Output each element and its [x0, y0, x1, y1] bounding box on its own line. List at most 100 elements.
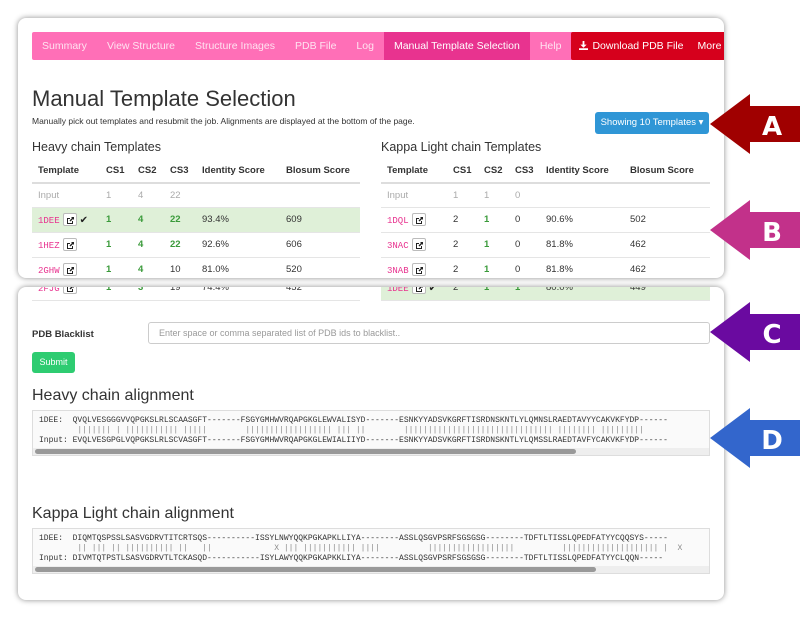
cs3-value: 19: [164, 287, 196, 301]
alignment-panel: 2FJG 1 3 19 74.4% 452 1DEE ✔ 2 1 1 80.0% …: [18, 287, 724, 600]
caret-down-icon: ▾: [698, 117, 704, 128]
blosum-value: 462: [624, 257, 710, 278]
template-id[interactable]: 3NAC: [387, 241, 409, 251]
external-link-icon[interactable]: [62, 213, 77, 226]
cs2-value: 1: [478, 232, 509, 258]
identity-value: 80.0%: [540, 287, 624, 301]
showing-templates-label: Showing 10 Templates: [600, 117, 696, 128]
template-id[interactable]: 2GHW: [38, 266, 60, 276]
input-cs1: 1: [100, 183, 132, 208]
table-row[interactable]: 1DEE ✔ 2 1 1 80.0% 449: [381, 287, 710, 301]
table-row[interactable]: 1DEE ✔ 1 4 22 93.4% 609: [32, 207, 360, 233]
template-selection-panel: Summary View Structure Structure Images …: [18, 18, 724, 278]
table-row[interactable]: 1DQL 2 1 0 90.6% 502: [381, 207, 710, 233]
cs3-value: 0: [509, 257, 540, 278]
scrollbar-thumb[interactable]: [35, 567, 597, 572]
cs1-value: 2: [447, 287, 478, 301]
download-pdb-button[interactable]: Download PDB File: [571, 32, 691, 60]
input-cs2: 4: [132, 183, 164, 208]
input-cs2: 1: [478, 183, 509, 208]
check-icon: ✔: [79, 215, 88, 226]
input-cs3: 0: [509, 183, 540, 208]
template-id[interactable]: 1DEE: [387, 287, 409, 294]
alignment-template-line: 1DEE: DIQMTQSPSSLSASVGDRVTITCRTSQS------…: [39, 534, 668, 543]
alignment-input-line: Input: EVQLVESGPGLVQPGKSLRLSCVASGFT-----…: [39, 436, 668, 445]
cs1-value: 1: [100, 232, 132, 258]
more-dropdown[interactable]: More ▾: [692, 32, 725, 60]
nav-structure-images[interactable]: Structure Images: [185, 32, 285, 60]
cs2-value: 1: [478, 257, 509, 278]
col-cs1: CS1: [447, 159, 478, 184]
heavy-templates-title: Heavy chain Templates: [32, 140, 162, 154]
heavy-alignment-box[interactable]: 1DEE: QVQLVESGGGVVQPGKSLRLSCAASGFT------…: [32, 410, 710, 456]
showing-templates-button[interactable]: Showing 10 Templates ▾: [595, 112, 709, 134]
pdb-blacklist-input[interactable]: Enter space or comma separated list of P…: [148, 322, 710, 344]
cs3-value: 22: [164, 232, 196, 258]
col-cs2: CS2: [478, 159, 509, 184]
external-link-icon[interactable]: [411, 238, 426, 251]
external-link-icon[interactable]: [62, 263, 77, 276]
pdb-blacklist-label: PDB Blacklist: [32, 329, 94, 340]
cs1-value: 2: [447, 257, 478, 278]
kappa-alignment-title: Kappa Light chain alignment: [32, 505, 234, 522]
template-id[interactable]: 1HEZ: [38, 241, 60, 251]
nav-manual-template-selection[interactable]: Manual Template Selection: [383, 32, 530, 60]
nav-log[interactable]: Log: [346, 32, 384, 60]
identity-value: 90.6%: [540, 207, 624, 233]
template-id[interactable]: 1DEE: [38, 216, 60, 226]
nav-right-group: Download PDB File More ▾: [571, 32, 724, 60]
callout-letter: D: [761, 426, 783, 456]
blosum-value: 520: [280, 257, 360, 278]
submit-button[interactable]: Submit: [32, 352, 75, 373]
external-link-icon[interactable]: [62, 238, 77, 251]
cs1-value: 1: [100, 257, 132, 278]
col-cs1: CS1: [100, 159, 132, 184]
scrollbar-thumb[interactable]: [35, 449, 576, 454]
kappa-templates-title: Kappa Light chain Templates: [381, 140, 542, 154]
template-id[interactable]: 3NAB: [387, 266, 409, 276]
input-cs3: 22: [164, 183, 196, 208]
nav-help[interactable]: Help: [530, 32, 572, 60]
external-link-icon[interactable]: [411, 287, 426, 294]
download-pdb-label: Download PDB File: [592, 40, 684, 52]
page-subtitle: Manually pick out templates and resubmit…: [32, 116, 415, 126]
download-icon: [579, 41, 589, 50]
external-link-icon[interactable]: [62, 287, 77, 294]
table-row[interactable]: 3NAB 2 1 0 81.8% 462: [381, 257, 710, 278]
table-row[interactable]: 2GHW 1 4 10 81.0% 520: [32, 257, 360, 278]
horizontal-scrollbar[interactable]: [33, 566, 709, 573]
input-label: Input: [381, 183, 447, 208]
col-cs2: CS2: [132, 159, 164, 184]
horizontal-scrollbar[interactable]: [33, 448, 709, 455]
alignment-match-line: || ||| || |||||||||| || || X ||| |||||||…: [39, 544, 683, 553]
template-id[interactable]: 2FJG: [38, 287, 60, 294]
identity-value: 92.6%: [196, 232, 280, 258]
identity-value: 81.8%: [540, 257, 624, 278]
table-row[interactable]: 2FJG 1 3 19 74.4% 452: [32, 287, 360, 301]
alignment-match-line: ||||||| | ||||||||||| ||||| ||||||||||||…: [39, 426, 644, 435]
navbar: Summary View Structure Structure Images …: [32, 32, 724, 60]
table-row[interactable]: 3NAC 2 1 0 81.8% 462: [381, 232, 710, 258]
nav-pdb-file[interactable]: PDB File: [285, 32, 346, 60]
nav-summary[interactable]: Summary: [32, 32, 97, 60]
check-icon: ✔: [428, 287, 437, 294]
cs3-value: 0: [509, 232, 540, 258]
blosum-value: 606: [280, 232, 360, 258]
heavy-templates-table: Template CS1 CS2 CS3 Identity Score Blos…: [32, 159, 360, 278]
page-title: Manual Template Selection: [32, 86, 296, 111]
table-row[interactable]: 1HEZ 1 4 22 92.6% 606: [32, 232, 360, 258]
template-id[interactable]: 1DQL: [387, 216, 409, 226]
external-link-icon[interactable]: [411, 263, 426, 276]
kappa-alignment-box[interactable]: 1DEE: DIQMTQSPSSLSASVGDRVTITCRTSQS------…: [32, 528, 710, 574]
input-label: Input: [32, 183, 100, 208]
external-link-icon[interactable]: [411, 213, 426, 226]
callout-arrow-b: B: [710, 200, 800, 260]
nav-view-structure[interactable]: View Structure: [97, 32, 185, 60]
alignment-template-line: 1DEE: QVQLVESGGGVVQPGKSLRLSCAASGFT------…: [39, 416, 668, 425]
cs3-value: 10: [164, 257, 196, 278]
col-cs3: CS3: [509, 159, 540, 184]
callout-letter: C: [762, 320, 781, 350]
callout-arrow-a: A: [710, 94, 800, 154]
col-blosum: Blosum Score: [280, 159, 360, 184]
callout-letter: B: [762, 218, 782, 248]
